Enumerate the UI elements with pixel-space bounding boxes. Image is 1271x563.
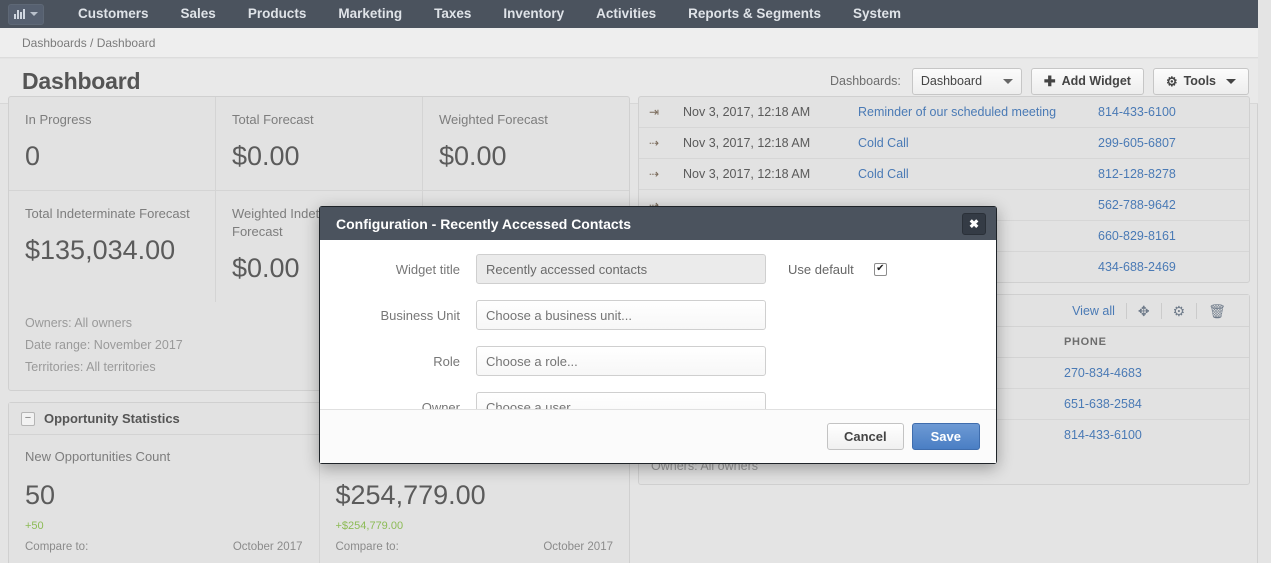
field-label-widget-title: Widget title <box>395 261 460 277</box>
widget-configuration-dialog: Configuration - Recently Accessed Contac… <box>319 206 997 464</box>
cancel-button[interactable]: Cancel <box>826 423 904 450</box>
dialog-header: Configuration - Recently Accessed Contac… <box>320 207 996 240</box>
use-default-label: Use default <box>788 261 854 277</box>
role-input[interactable] <box>476 346 766 376</box>
business-unit-input[interactable] <box>476 300 766 330</box>
form-row-role: Role <box>320 346 996 376</box>
dialog-footer: Cancel Save <box>320 409 996 463</box>
close-icon[interactable]: ✖ <box>962 212 986 235</box>
save-button[interactable]: Save <box>911 423 980 450</box>
dialog-title: Configuration - Recently Accessed Contac… <box>336 215 632 232</box>
form-row-business-unit: Business Unit <box>320 300 996 330</box>
field-label-business-unit: Business Unit <box>380 307 460 323</box>
use-default-checkbox[interactable]: ✔ <box>873 262 887 276</box>
form-row-widget-title: Widget title Use default ✔ <box>320 254 996 284</box>
dialog-body: Widget title Use default ✔ Business Unit… <box>320 240 996 424</box>
field-label-role: Role <box>433 353 460 369</box>
widget-title-input[interactable] <box>476 254 766 284</box>
app-root: Customers Sales Products Marketing Taxes… <box>0 0 1271 563</box>
use-default-group: Use default ✔ <box>788 262 887 277</box>
